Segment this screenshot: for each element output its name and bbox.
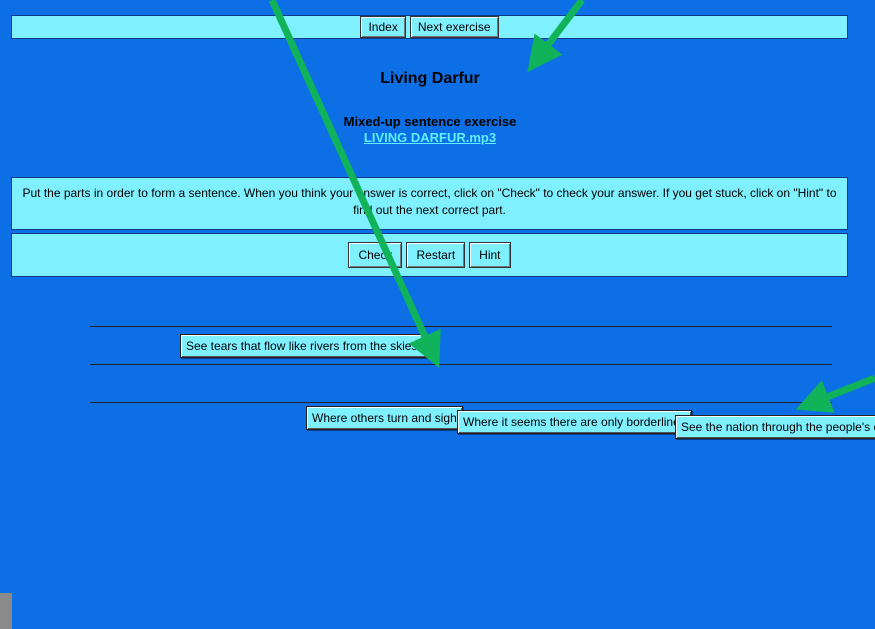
index-button[interactable]: Index — [360, 16, 406, 38]
placed-sentence-part[interactable]: See tears that flow like rivers from the… — [180, 334, 427, 358]
sentence-part-chip[interactable]: Where it seems there are only borderline… — [457, 410, 692, 434]
pool-area-divider — [90, 402, 832, 403]
restart-button[interactable]: Restart — [406, 242, 466, 268]
exercise-subtitle: Mixed-up sentence exercise — [343, 114, 517, 129]
green-arrow-to-divider — [795, 374, 875, 413]
sentence-part-chip[interactable]: Where others turn and sigh — [306, 406, 463, 430]
audio-link-container: LIVING DARFUR.mp3 — [0, 130, 860, 145]
controls-panel: Check Restart Hint — [11, 233, 848, 277]
hint-button[interactable]: Hint — [469, 242, 511, 268]
answer-area-top-divider — [90, 326, 832, 327]
green-arrow-to-placed-part — [268, 0, 441, 368]
top-navigation-bar: Index Next exercise — [11, 15, 848, 39]
sentence-part-chip[interactable]: See the nation through the people's eyes — [675, 415, 875, 439]
answer-area-bottom-divider — [90, 364, 832, 365]
page-title: Living Darfur — [380, 70, 480, 87]
instructions-panel: Put the parts in order to form a sentenc… — [11, 177, 848, 230]
audio-file-link[interactable]: LIVING DARFUR.mp3 — [364, 130, 496, 145]
check-button[interactable]: Check — [348, 242, 403, 268]
scrollbar-corner — [0, 593, 12, 629]
annotation-arrows — [268, 0, 875, 413]
next-exercise-button[interactable]: Next exercise — [409, 16, 499, 38]
